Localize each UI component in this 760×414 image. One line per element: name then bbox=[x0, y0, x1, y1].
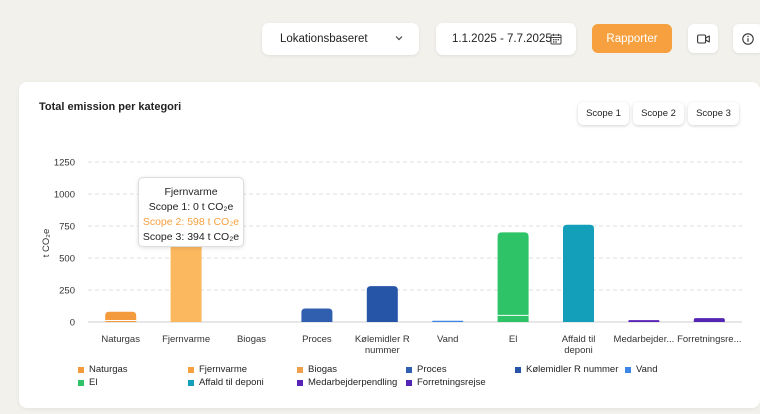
y-tick-label: 1000 bbox=[54, 190, 75, 201]
chart-tooltip: Fjernvarme Scope 1: 0 t CO₂e Scope 2: 59… bbox=[138, 177, 244, 247]
legend-item[interactable]: Medarbejderpendling bbox=[297, 377, 397, 388]
tooltip-scope-2: Scope 2: 598 t CO₂e bbox=[142, 216, 240, 228]
x-tick-label: Vand bbox=[437, 334, 458, 345]
tooltip-scope-1: Scope 1: 0 t CO₂e bbox=[148, 201, 234, 213]
bar-segment bbox=[105, 311, 137, 321]
legend-item[interactable]: Forretningsrejse bbox=[406, 377, 486, 388]
legend-swatch bbox=[78, 366, 84, 373]
legend-item[interactable]: Kølemidler R nummer bbox=[515, 364, 618, 375]
legend-item[interactable]: Fjernvarme bbox=[188, 364, 247, 375]
legend-label: Biogas bbox=[308, 364, 338, 375]
legend-item[interactable]: El bbox=[78, 377, 97, 388]
legend-swatch bbox=[406, 366, 412, 373]
legend-label: El bbox=[89, 377, 98, 388]
y-tick-label: 1250 bbox=[54, 158, 75, 169]
bar-segment bbox=[693, 318, 725, 322]
bar-segment bbox=[628, 320, 660, 322]
legend-label: Affald til deponi bbox=[199, 377, 264, 388]
bar-segment bbox=[170, 245, 202, 322]
bar-segment bbox=[301, 308, 333, 322]
y-tick-label: 750 bbox=[59, 222, 75, 233]
legend-swatch bbox=[78, 379, 84, 386]
x-tick-label: El bbox=[509, 334, 517, 345]
legend-label: Vand bbox=[636, 364, 658, 375]
y-tick-label: 250 bbox=[59, 286, 75, 297]
x-tick-label: Medarbejder... bbox=[614, 334, 675, 345]
legend-label: Medarbejderpendling bbox=[308, 377, 398, 388]
bar-segment bbox=[432, 320, 464, 322]
x-tick-label: Kølemidler R bbox=[355, 334, 410, 345]
legend-label: Fjernvarme bbox=[199, 364, 248, 375]
legend-item[interactable]: Proces bbox=[406, 364, 447, 375]
tooltip-scope-3: Scope 3: 394 t CO₂e bbox=[142, 231, 240, 243]
x-tick-label: nummer bbox=[365, 345, 400, 356]
bar-segment bbox=[497, 232, 529, 316]
bar-segment bbox=[366, 286, 398, 322]
x-tick-label: Proces bbox=[302, 334, 332, 345]
x-tick-label: Affald til bbox=[562, 334, 596, 345]
x-tick-label: Naturgas bbox=[101, 334, 140, 345]
bar-segment bbox=[563, 224, 594, 322]
legend-label: Naturgas bbox=[89, 364, 128, 375]
legend-item[interactable]: Affald til deponi bbox=[188, 377, 264, 388]
y-tick-label: 0 bbox=[70, 318, 75, 329]
legend-swatch bbox=[188, 379, 194, 386]
bar-segment bbox=[497, 315, 529, 322]
x-tick-label: deponi bbox=[564, 345, 593, 356]
legend-item[interactable]: Naturgas bbox=[78, 364, 128, 375]
legend-item[interactable]: Vand bbox=[625, 364, 657, 375]
legend-swatch bbox=[406, 379, 412, 386]
x-tick-label: Forretningsre... bbox=[677, 334, 741, 345]
x-tick-label: Fjernvarme bbox=[162, 334, 210, 345]
y-axis-label: t CO₂e bbox=[41, 229, 52, 258]
emission-bar-chart: 0 250 500 750 1000 1250 t CO₂e Naturgas Fjernvar… bbox=[41, 158, 742, 356]
legend-label: Kølemidler R nummer bbox=[526, 364, 619, 375]
y-tick-label: 500 bbox=[59, 254, 75, 265]
tooltip-title: Fjernvarme bbox=[164, 186, 218, 198]
legend-swatch bbox=[515, 366, 521, 373]
legend-swatch bbox=[188, 366, 194, 373]
legend-label: Forretningsrejse bbox=[417, 377, 486, 388]
legend-swatch bbox=[625, 366, 631, 373]
x-tick-label: Biogas bbox=[237, 334, 266, 345]
legend-item[interactable]: Biogas bbox=[297, 364, 337, 375]
legend-label: Proces bbox=[417, 364, 447, 375]
legend-swatch bbox=[297, 379, 303, 386]
legend-swatch bbox=[297, 366, 303, 373]
